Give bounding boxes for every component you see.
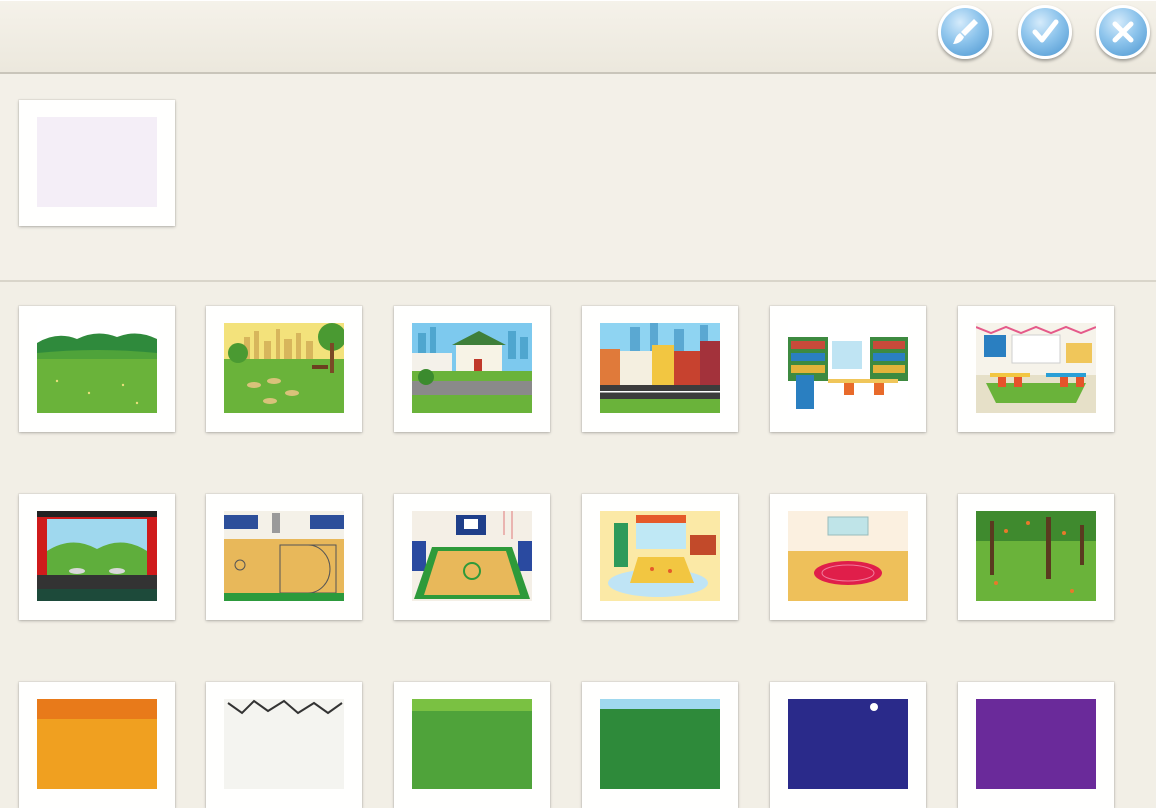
city-park-thumbnail [224,323,344,413]
night-sky-thumbnail [788,699,908,789]
close-button[interactable] [1096,5,1150,59]
orchard-thumbnail [976,511,1096,601]
blank-background-thumbnail [37,117,157,207]
garden-thumbnail [412,699,532,789]
background-card-forest[interactable] [582,682,738,808]
bedroom-thumbnail [600,511,720,601]
background-card-bare-trees[interactable] [206,682,362,808]
autumn-thumbnail [37,699,157,789]
theater-stage-thumbnail [37,511,157,601]
confirm-button[interactable] [1018,5,1072,59]
section-divider [0,280,1156,282]
background-card-night-sky[interactable] [770,682,926,808]
meadow-thumbnail [37,323,157,413]
checkmark-icon [1032,19,1059,43]
background-card-theater-stage[interactable] [19,494,175,620]
background-card-gym-court[interactable] [206,494,362,620]
background-card-garden[interactable] [394,682,550,808]
background-card-bedroom[interactable] [582,494,738,620]
background-card-orchard[interactable] [958,494,1114,620]
selected-background-card[interactable] [19,100,175,226]
gym-court-thumbnail [224,511,344,601]
background-card-suburb[interactable] [394,306,550,432]
close-icon [1112,21,1134,43]
background-card-purple-night[interactable] [958,682,1114,808]
basketball-arena-thumbnail [412,511,532,601]
bare-trees-thumbnail [224,699,344,789]
background-card-classroom[interactable] [958,306,1114,432]
background-card-autumn[interactable] [19,682,175,808]
purple-night-thumbnail [976,699,1096,789]
paint-brush-icon [953,19,978,44]
background-card-city-park[interactable] [206,306,362,432]
classroom-thumbnail [976,323,1096,413]
background-card-empty-room[interactable] [770,494,926,620]
forest-thumbnail [600,699,720,789]
background-card-city-street[interactable] [582,306,738,432]
library-thumbnail [788,323,908,413]
top-toolbar [0,0,1156,74]
background-card-library[interactable] [770,306,926,432]
selected-background-area [0,74,1156,280]
suburb-thumbnail [412,323,532,413]
background-card-basketball-arena[interactable] [394,494,550,620]
city-street-thumbnail [600,323,720,413]
paint-brush-button[interactable] [938,5,992,59]
empty-room-thumbnail [788,511,908,601]
background-card-meadow[interactable] [19,306,175,432]
